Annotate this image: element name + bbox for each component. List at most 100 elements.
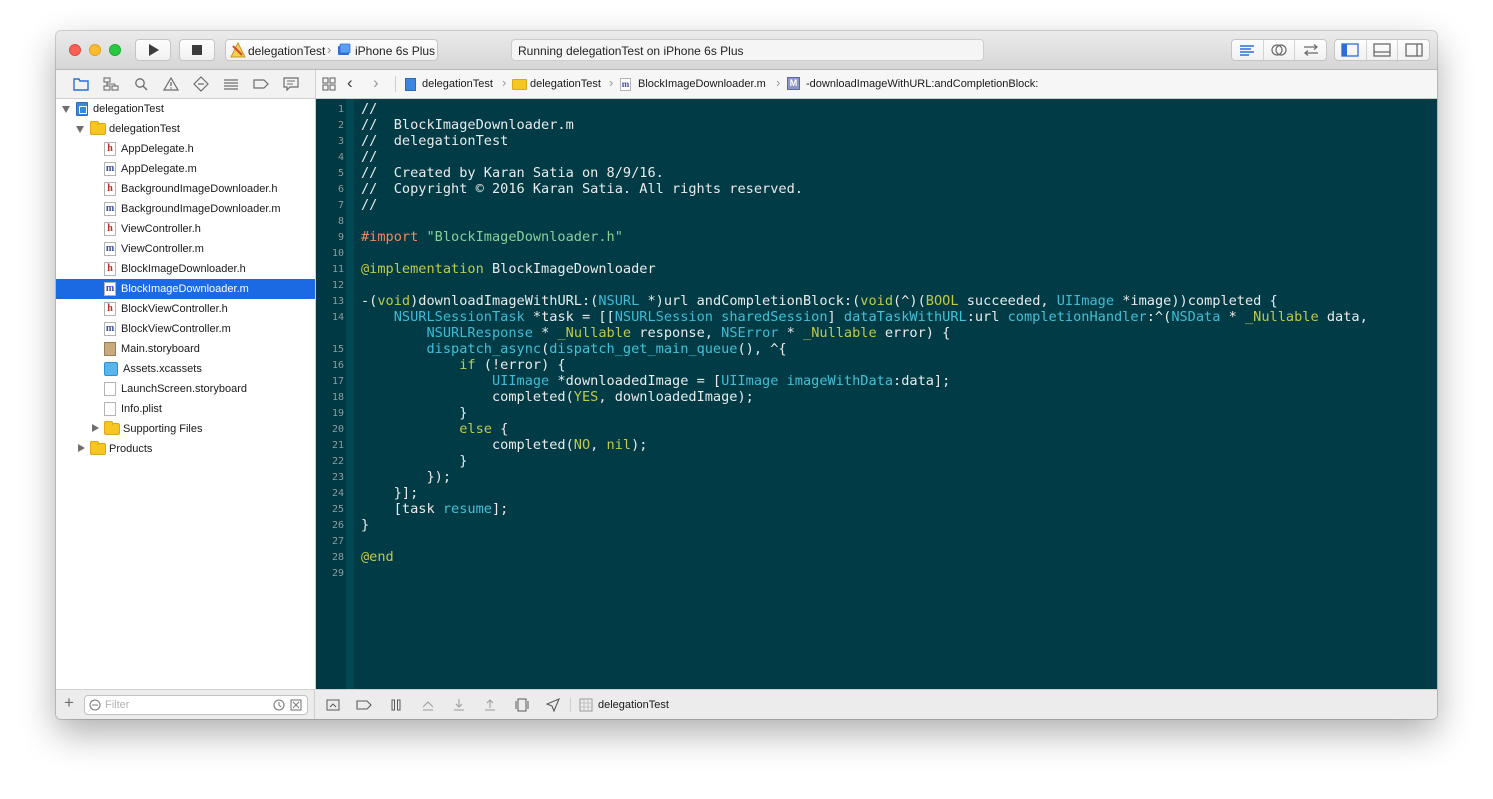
add-file-button[interactable]: + [64, 694, 74, 712]
navigator-item[interactable]: h AppDelegate.h [56, 139, 315, 159]
navigator-item[interactable]: Main.storyboard [56, 339, 315, 359]
project-navigator-tab[interactable] [73, 76, 89, 92]
code-token: } [361, 453, 468, 469]
navigator-item[interactable]: Info.plist [56, 399, 315, 419]
code-line: UIImage *downloadedImage = [UIImage imag… [361, 373, 950, 389]
version-editor-button[interactable] [1295, 40, 1326, 60]
folder-icon [512, 79, 527, 90]
navigator-item-label: BackgroundImageDownloader.h [121, 183, 278, 195]
navigator-item-label: Products [109, 443, 153, 455]
filter-placeholder: Filter [105, 699, 130, 711]
step-into-button[interactable] [451, 697, 467, 713]
code-folding-ribbon[interactable] [346, 99, 354, 689]
navigator-item[interactable]: delegationTest [56, 99, 315, 119]
breakpoint-navigator-tab[interactable] [253, 76, 269, 92]
close-window-button[interactable] [69, 44, 81, 56]
code-token: error) { [876, 325, 951, 341]
code-token: // Created by Karan Satia on 8/9/16. [361, 165, 664, 181]
simulate-location-button[interactable] [545, 697, 561, 713]
debug-target-name[interactable]: delegationTest [598, 699, 669, 711]
step-out-button[interactable] [482, 697, 498, 713]
disclosure-closed-icon[interactable] [78, 444, 85, 452]
version-editor-icon [1303, 44, 1318, 56]
disclosure-closed-icon[interactable] [92, 424, 99, 432]
standard-editor-button[interactable] [1232, 40, 1264, 60]
navigator-item-label: BlockViewController.h [121, 303, 228, 315]
minimize-window-button[interactable] [89, 44, 101, 56]
recent-files-icon[interactable] [273, 699, 285, 711]
jumpbar-divider [395, 76, 396, 92]
line-number: 16 [331, 360, 344, 371]
hide-debug-area-button[interactable] [325, 697, 341, 713]
code-token: *)url andCompletionBlock:( [639, 293, 861, 309]
navigator-item[interactable]: Assets.xcassets [56, 359, 315, 379]
jumpbar-project[interactable]: delegationTest [422, 78, 493, 90]
toggle-debug-area-button[interactable] [1367, 40, 1399, 60]
pause-button[interactable] [388, 697, 404, 713]
code-token: response, [631, 325, 722, 341]
code-token: BOOL [925, 293, 959, 309]
navigator-item[interactable]: delegationTest [56, 119, 315, 139]
symbol-navigator-tab[interactable] [103, 76, 119, 92]
navigator-item[interactable]: Products [56, 439, 315, 459]
navigator-item[interactable]: m BlockImageDownloader.m [56, 279, 315, 299]
debug-navigator-tab[interactable] [223, 76, 239, 92]
code-token: * [532, 325, 558, 341]
line-number: 13 [331, 296, 344, 307]
breakpoints-toggle-button[interactable] [356, 697, 372, 713]
back-button[interactable]: ‹ [347, 73, 353, 93]
navigator-item[interactable]: LaunchScreen.storyboard [56, 379, 315, 399]
navigator-item[interactable]: h BlockViewController.h [56, 299, 315, 319]
view-debugger-button[interactable] [514, 697, 530, 713]
scheme-selector[interactable]: delegationTest › iPhone 6s Plus [225, 39, 438, 61]
project-navigator: delegationTest delegationTest h AppDelegate… [56, 99, 316, 689]
navigator-item-label: Main.storyboard [121, 343, 200, 355]
run-button[interactable] [135, 39, 171, 61]
navigator-item-label: Assets.xcassets [123, 363, 202, 375]
code-token: completed( [361, 437, 574, 453]
filter-field[interactable]: Filter [84, 695, 308, 715]
find-navigator-tab[interactable] [133, 76, 149, 92]
assistant-editor-button[interactable] [1264, 40, 1296, 60]
issue-navigator-tab[interactable] [163, 76, 179, 92]
navigator-item[interactable]: Supporting Files [56, 419, 315, 439]
navigator-item[interactable]: h BlockImageDownloader.h [56, 259, 315, 279]
scheme-name: delegationTest [248, 44, 326, 58]
code-token: resume [442, 501, 492, 517]
navigator-item[interactable]: h ViewController.h [56, 219, 315, 239]
line-number: 28 [331, 552, 344, 563]
code-token: )downloadImageWithURL:( [410, 293, 599, 309]
navigator-filter-bar: + Filter [56, 689, 315, 719]
step-over-button[interactable] [420, 697, 436, 713]
zoom-window-button[interactable] [109, 44, 121, 56]
jumpbar-group[interactable]: delegationTest [530, 78, 601, 90]
toggle-utilities-button[interactable] [1398, 40, 1429, 60]
line-number: 4 [337, 152, 344, 163]
toggle-navigator-button[interactable] [1335, 40, 1367, 60]
line-number: 7 [337, 200, 344, 211]
navigator-item[interactable]: h BackgroundImageDownloader.h [56, 179, 315, 199]
line-number: 23 [331, 472, 344, 483]
jumpbar-method[interactable]: -downloadImageWithURL:andCompletionBlock… [806, 78, 1038, 90]
code-token: dispatch_get_main_queue [549, 341, 738, 357]
stop-button[interactable] [179, 39, 215, 61]
disclosure-open-icon[interactable] [76, 126, 84, 133]
report-navigator-tab[interactable] [283, 76, 299, 92]
code-line: @end [361, 549, 394, 565]
navigator-item[interactable]: m ViewController.m [56, 239, 315, 259]
code-token: NO [573, 437, 591, 453]
source-control-filter-icon[interactable] [290, 699, 302, 711]
navigator-item[interactable]: m BlockViewController.m [56, 319, 315, 339]
test-navigator-tab[interactable] [193, 76, 209, 92]
method-icon: M [787, 77, 800, 90]
navigator-item[interactable]: m AppDelegate.m [56, 159, 315, 179]
related-items-icon[interactable] [322, 77, 336, 91]
process-selector-icon[interactable] [578, 697, 594, 713]
code-token: sharedSession [721, 309, 828, 325]
bottom-panel-icon [1373, 43, 1391, 57]
jumpbar-file[interactable]: BlockImageDownloader.m [638, 78, 766, 90]
line-number: 20 [331, 424, 344, 435]
navigator-item[interactable]: m BackgroundImageDownloader.m [56, 199, 315, 219]
forward-button[interactable]: › [373, 73, 379, 93]
disclosure-open-icon[interactable] [62, 106, 70, 113]
